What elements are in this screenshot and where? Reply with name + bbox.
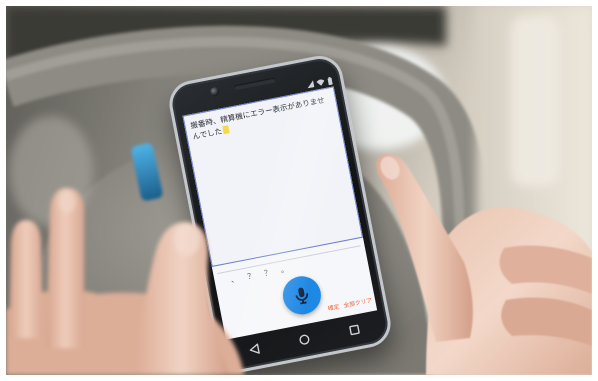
seat-headrest — [511, 16, 559, 186]
voice-input-screen: 搬番時、精算機にエラー表示がありませんでした 、 ？ ？ 。 確定 全部クリア — [182, 86, 378, 340]
back-button[interactable] — [240, 336, 268, 362]
microphone-icon — [295, 287, 309, 305]
home-icon — [299, 334, 310, 345]
photo-scene: 搬番時、精算機にエラー表示がありませんでした 、 ？ ？ 。 確定 全部クリア — [6, 6, 592, 375]
punctuation-key[interactable]: ？ — [246, 270, 257, 282]
transcription-text-area[interactable]: 搬番時、精算機にエラー表示がありませんでした — [182, 86, 364, 267]
front-camera — [209, 86, 221, 97]
home-button[interactable] — [291, 327, 319, 353]
recents-icon — [349, 324, 361, 336]
back-icon — [249, 343, 260, 354]
punctuation-key[interactable]: 、 — [230, 273, 240, 285]
punctuation-bar: 、 ？ ？ 。 — [230, 263, 290, 285]
clear-all-button[interactable]: 全部クリア — [343, 297, 373, 310]
wheel-left-panel — [9, 116, 93, 226]
signal-icon — [306, 80, 315, 89]
recents-button[interactable] — [341, 317, 369, 343]
mic-button[interactable] — [279, 273, 325, 318]
confirm-button[interactable]: 確定 — [327, 303, 341, 313]
punctuation-key[interactable]: 。 — [280, 263, 290, 275]
punctuation-key[interactable]: ？ — [263, 267, 273, 279]
text-cursor — [222, 125, 230, 135]
battery-icon — [327, 76, 333, 85]
wifi-icon — [316, 78, 325, 86]
